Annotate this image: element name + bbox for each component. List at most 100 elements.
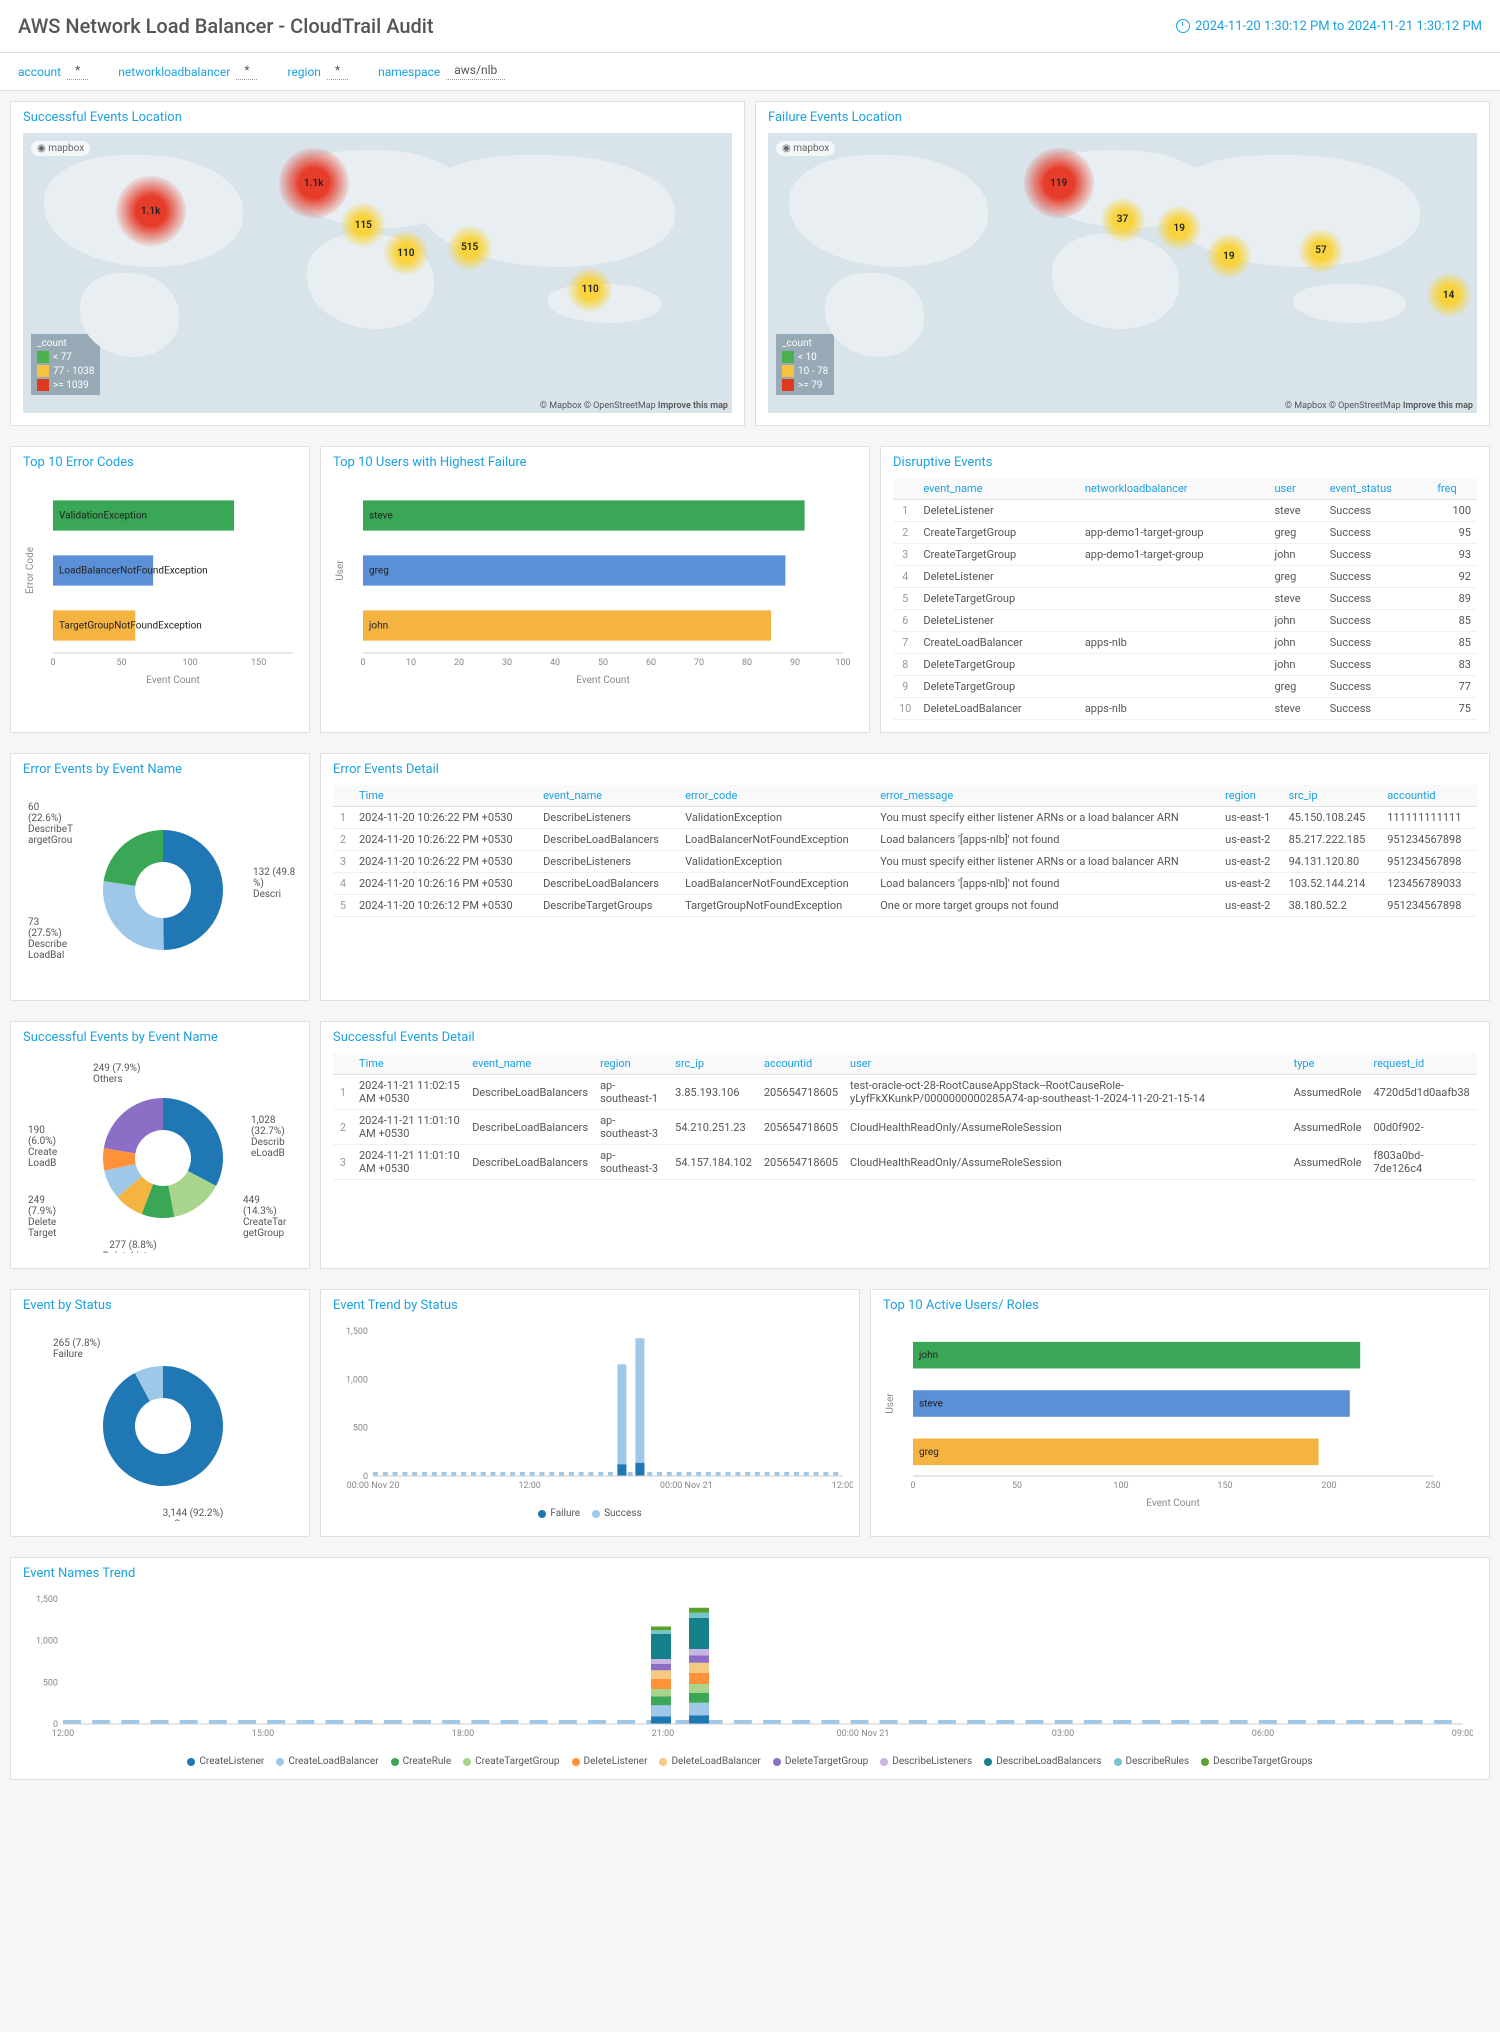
svg-text:80: 80 [742,658,752,668]
page-title: AWS Network Load Balancer - CloudTrail A… [18,14,434,38]
map-hotspot[interactable]: 19 [1157,206,1201,250]
svg-text:00:00 Nov 21: 00:00 Nov 21 [837,1729,890,1739]
panel-title: Successful Events by Event Name [23,1030,297,1045]
map-hotspot[interactable]: 110 [568,268,612,312]
map-hotspot[interactable]: 119 [1024,148,1094,218]
table-row[interactable]: 22024-11-20 10:26:22 PM +0530DescribeLoa… [333,829,1477,851]
filter-region[interactable]: region * [287,63,348,80]
filter-namespace[interactable]: namespace aws/nlb [378,63,505,80]
svg-text:Event Count: Event Count [576,675,629,686]
chart-success-pie[interactable]: 1,028(32.7%)DescribeLoadB449(14.3%)Creat… [23,1053,303,1253]
panel-title: Disruptive Events [893,455,1477,470]
svg-text:00:00 Nov 20: 00:00 Nov 20 [347,1481,400,1491]
table-row[interactable]: 32024-11-20 10:26:22 PM +0530DescribeLis… [333,851,1477,873]
svg-text:18:00: 18:00 [452,1729,474,1739]
svg-text:20: 20 [454,658,464,668]
svg-text:249(7.9%)DeleteTarget: 249(7.9%)DeleteTarget [28,1195,56,1239]
map-success[interactable]: ◉ mapbox _count < 7777 - 1038>= 1039 © M… [23,133,732,413]
table-row[interactable]: 12024-11-20 10:26:22 PM +0530DescribeLis… [333,807,1477,829]
table-disruptive[interactable]: event_namenetworkloadbalanceruserevent_s… [893,478,1477,720]
chart-users-fail[interactable]: stevegregjohn0102030405060708090100Event… [333,478,853,688]
svg-text:21:00: 21:00 [652,1729,674,1739]
svg-text:00:00 Nov 21: 00:00 Nov 21 [660,1481,713,1491]
svg-text:10: 10 [406,658,416,668]
svg-text:1,000: 1,000 [36,1637,58,1647]
panel-title: Event Trend by Status [333,1298,847,1313]
clock-icon [1176,19,1190,33]
table-row[interactable]: 22024-11-21 11:01:10 AM +0530DescribeLoa… [333,1110,1477,1145]
table-row[interactable]: 9DeleteTargetGroupgregSuccess77 [893,676,1477,698]
svg-text:Error Code: Error Code [25,547,36,594]
svg-text:0: 0 [360,658,365,668]
table-error-detail[interactable]: Timeevent_nameerror_codeerror_messagereg… [333,785,1477,917]
chart-top-users[interactable]: johnstevegreg050100150200250Event CountU… [883,1321,1443,1511]
map-hotspot[interactable]: 110 [384,231,428,275]
svg-text:greg: greg [369,566,389,577]
table-row[interactable]: 6DeleteListenerjohnSuccess85 [893,610,1477,632]
chart-names-trend[interactable]: 05001,0001,50012:0015:0018:0021:0000:00 … [23,1589,1473,1749]
table-row[interactable]: 2CreateTargetGroupapp-demo1-target-group… [893,522,1477,544]
table-row[interactable]: 42024-11-20 10:26:16 PM +0530DescribeLoa… [333,873,1477,895]
map-hotspot[interactable]: 57 [1299,229,1343,273]
svg-text:50: 50 [598,658,608,668]
panel-title: Top 10 Error Codes [23,455,297,470]
panel-error-by-name: Error Events by Event Name 132 (49.8%)De… [10,753,310,1001]
chart-trend-status[interactable]: 05001,0001,50000:00 Nov 2012:0000:00 Nov… [333,1321,853,1501]
svg-text:3,144 (92.2%)Success: 3,144 (92.2%)Success [163,1507,224,1521]
svg-text:190(6.0%)CreateLoadB: 190(6.0%)CreateLoadB [28,1125,57,1169]
table-success-detail[interactable]: Timeevent_nameregionsrc_ipaccountidusert… [333,1053,1477,1180]
svg-text:100: 100 [183,658,198,668]
map-hotspot[interactable]: 115 [341,203,385,247]
panel-title: Successful Events Detail [333,1030,1477,1045]
map-failure[interactable]: ◉ mapbox _count < 1010 - 78>= 79 © Mapbo… [768,133,1477,413]
svg-text:steve: steve [369,511,393,522]
map-hotspot[interactable]: 37 [1101,198,1145,242]
map-hotspot[interactable]: 14 [1427,273,1471,317]
map-hotspot[interactable]: 1.1k [116,176,186,246]
svg-text:60: 60 [646,658,656,668]
table-row[interactable]: 7CreateLoadBalancerapps-nlbjohnSuccess85 [893,632,1477,654]
panel-title: Failure Events Location [768,110,1477,125]
panel-names-trend: Event Names Trend 05001,0001,50012:0015:… [10,1557,1490,1780]
table-row[interactable]: 12024-11-21 11:02:15 AM +0530DescribeLoa… [333,1075,1477,1110]
table-row[interactable]: 8DeleteTargetGroupjohnSuccess83 [893,654,1477,676]
table-row[interactable]: 32024-11-21 11:01:10 AM +0530DescribeLoa… [333,1145,1477,1180]
svg-text:132 (49.8%)Descri: 132 (49.8%)Descri [253,866,296,900]
svg-text:500: 500 [43,1678,58,1688]
svg-text:03:00: 03:00 [1052,1729,1074,1739]
panel-users-fail: Top 10 Users with Highest Failure steve g… [320,446,870,733]
svg-text:1,500: 1,500 [346,1327,368,1337]
map-hotspot[interactable]: 515 [448,226,492,270]
table-row[interactable]: 3CreateTargetGroupapp-demo1-target-group… [893,544,1477,566]
table-row[interactable]: 10DeleteLoadBalancerapps-nlbsteveSuccess… [893,698,1477,720]
chart-error-pie[interactable]: 132 (49.8%)Descri73(27.5%)DescribeLoadBa… [23,785,303,985]
panel-title: Top 10 Active Users/ Roles [883,1298,1477,1313]
panel-disruptive: Disruptive Events event_namenetworkloadb… [880,446,1490,733]
svg-text:1,500: 1,500 [36,1595,58,1605]
svg-text:User: User [335,560,346,581]
panel-title: Error Events Detail [333,762,1477,777]
svg-text:100: 100 [1113,1481,1128,1491]
svg-text:09:00: 09:00 [1452,1729,1473,1739]
timerange-picker[interactable]: 2024-11-20 1:30:12 PM to 2024-11-21 1:30… [1176,19,1482,34]
panel-title: Event by Status [23,1298,297,1313]
chart-status-pie[interactable]: 3,144 (92.2%)Success 265 (7.8%)Failure [23,1321,303,1521]
svg-text:150: 150 [1217,1481,1232,1491]
svg-text:TargetGroupNotFoundException: TargetGroupNotFoundException [59,621,202,632]
panel-title: Top 10 Users with Highest Failure [333,455,857,470]
svg-text:265 (7.8%)Failure: 265 (7.8%)Failure [53,1337,100,1360]
svg-text:90: 90 [790,658,800,668]
svg-text:50: 50 [117,658,127,668]
table-row[interactable]: 1DeleteListenersteveSuccess100 [893,500,1477,522]
mapbox-logo: ◉ mapbox [776,141,835,156]
table-row[interactable]: 52024-11-20 10:26:12 PM +0530DescribeTar… [333,895,1477,917]
map-hotspot[interactable]: 1.1k [279,148,349,218]
svg-text:12:00: 12:00 [832,1481,853,1491]
filter-nlb[interactable]: networkloadbalancer * [118,63,257,80]
chart-error-codes[interactable]: ValidationExceptionLoadBalancerNotFoundE… [23,478,303,688]
filter-account[interactable]: account * [18,63,88,80]
table-row[interactable]: 4DeleteListenergregSuccess92 [893,566,1477,588]
map-hotspot[interactable]: 19 [1207,234,1251,278]
svg-text:30: 30 [502,658,512,668]
table-row[interactable]: 5DeleteTargetGroupsteveSuccess89 [893,588,1477,610]
